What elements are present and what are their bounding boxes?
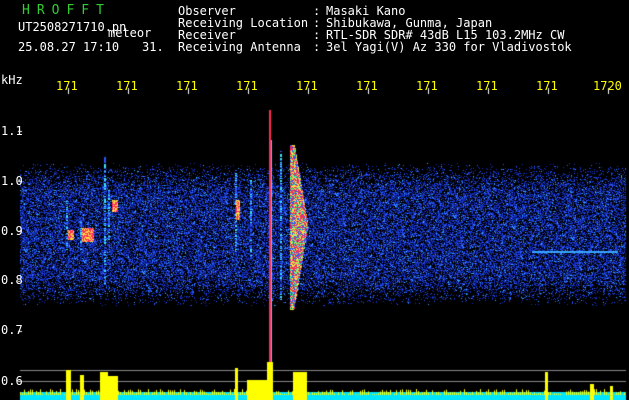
- timestamp: 25.08.27 17:10: [18, 40, 120, 54]
- x-tick-label: 1720: [593, 79, 622, 93]
- meteor-count: 31.: [142, 40, 164, 54]
- y-axis-unit: kHz: [1, 73, 23, 87]
- x-tick-label: 171: [176, 79, 198, 93]
- x-tick-label: 171: [296, 79, 318, 93]
- x-tick-label: 171: [476, 79, 498, 93]
- app-brand: HROFFT: [22, 3, 111, 18]
- x-tick-label: 171: [536, 79, 558, 93]
- mode-label: meteor: [108, 26, 152, 40]
- y-tick-label: 0.7: [1, 323, 23, 337]
- x-tick-label: 171: [356, 79, 378, 93]
- antenna-value: 3el Yagi(V) Az 330 for Vladivostok: [326, 40, 572, 54]
- y-tick-label: 1.0: [1, 174, 23, 188]
- x-tick-label: 171: [236, 79, 258, 93]
- x-tick-label: 171: [116, 79, 138, 93]
- spectrogram-plot: [0, 0, 629, 400]
- x-tick-label: 171: [416, 79, 438, 93]
- y-tick-label: 1.1: [1, 124, 23, 138]
- y-tick-label: 0.9: [1, 224, 23, 238]
- x-tick-label: 171: [56, 79, 78, 93]
- y-tick-label: 0.8: [1, 273, 23, 287]
- separator: :: [313, 40, 321, 54]
- y-tick-label: 0.6: [1, 374, 23, 388]
- antenna-label: Receiving Antenna: [178, 40, 301, 54]
